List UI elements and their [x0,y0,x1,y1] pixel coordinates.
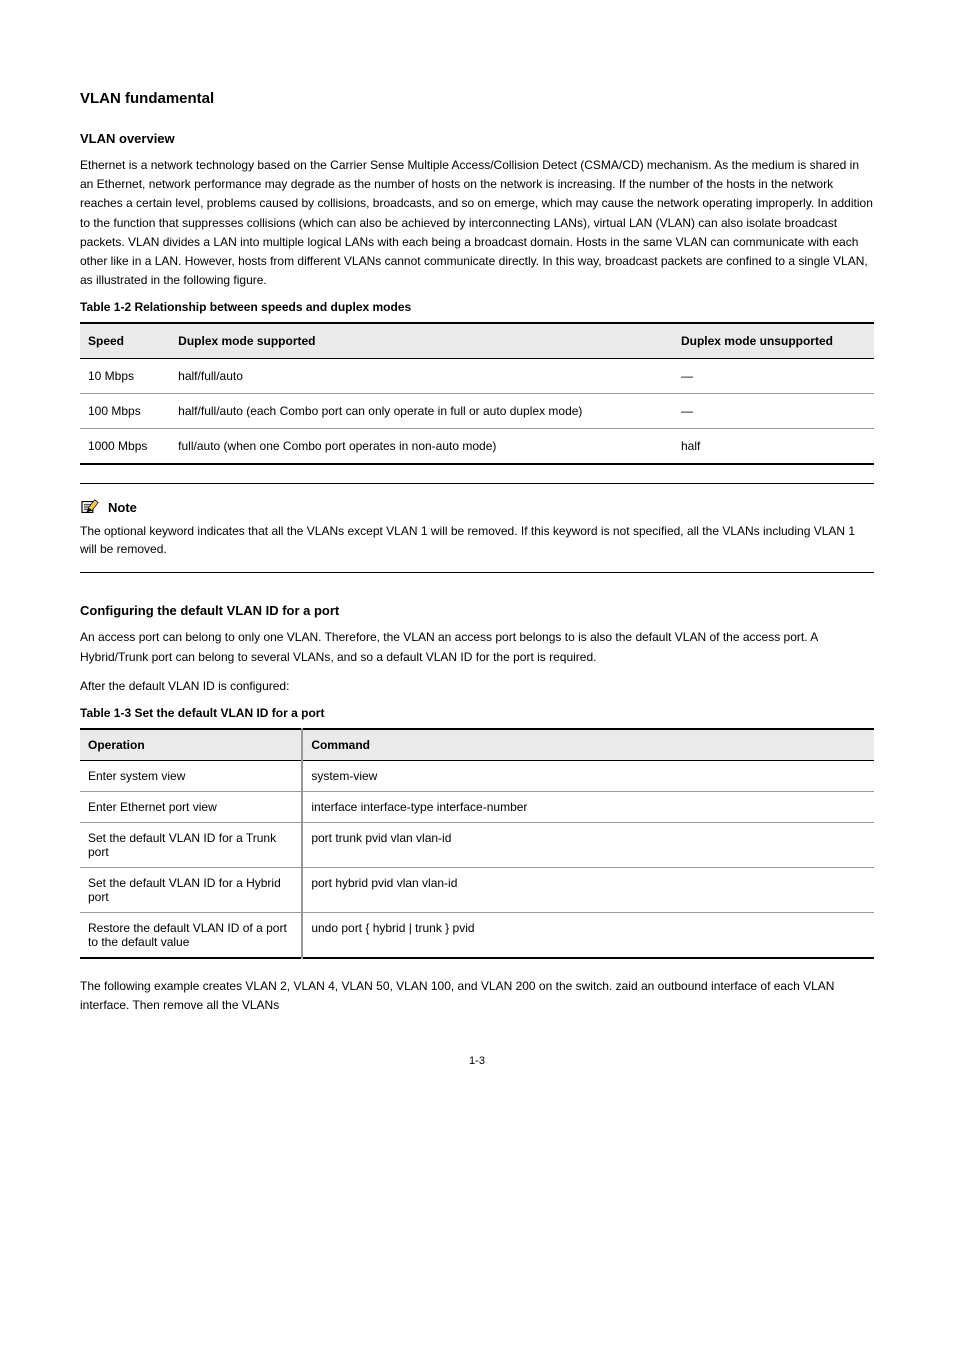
cell: undo port { hybrid | trunk } pvid [302,912,874,958]
col-unsupported: Duplex mode unsupported [673,323,874,359]
cell: half [673,429,874,465]
note-block: Note The optional keyword indicates that… [80,483,874,573]
table-row: Set the default VLAN ID for a Hybrid por… [80,867,874,912]
cell: system-view [302,760,874,791]
page-number: 1-3 [80,1055,874,1067]
note-icon [80,498,102,516]
table2-caption: Table 1-3 Set the default VLAN ID for a … [80,706,874,720]
table-row: 1000 Mbps full/auto (when one Combo port… [80,429,874,465]
cell: half/full/auto [170,359,673,394]
table-row: Set the default VLAN ID for a Trunk port… [80,822,874,867]
table1-caption: Table 1-2 Relationship between speeds an… [80,300,874,314]
table2-caption-text: Table 1-3 Set the default VLAN ID for a … [80,706,324,720]
cell: port trunk pvid vlan vlan-id [302,822,874,867]
cell: Set the default VLAN ID for a Hybrid por… [80,867,302,912]
config-command-table: Operation Command Enter system view syst… [80,728,874,959]
cell: — [673,359,874,394]
table-row: 100 Mbps half/full/auto (each Combo port… [80,394,874,429]
col-command: Command [302,729,874,761]
intro-paragraph: Ethernet is a network technology based o… [80,156,874,290]
table1-caption-text: Table 1-2 Relationship between speeds an… [80,300,411,314]
col-speed: Speed [80,323,170,359]
cell: port hybrid pvid vlan vlan-id [302,867,874,912]
col-supported: Duplex mode supported [170,323,673,359]
cell: full/auto (when one Combo port operates … [170,429,673,465]
config-para1: An access port can belong to only one VL… [80,628,874,666]
closing-paragraph: The following example creates VLAN 2, VL… [80,977,874,1015]
cell: Restore the default VLAN ID of a port to… [80,912,302,958]
note-header: Note [80,498,874,516]
subsection-heading: VLAN overview [80,131,874,146]
config-section-title: Configuring the default VLAN ID for a po… [80,603,874,618]
cell: Enter Ethernet port view [80,791,302,822]
cell: Enter system view [80,760,302,791]
note-label: Note [108,500,137,515]
note-text: The optional keyword indicates that all … [80,522,874,558]
document-page: VLAN fundamental VLAN overview Ethernet … [80,90,874,1067]
section-title: VLAN fundamental [80,90,874,107]
table-row: Enter Ethernet port view interface inter… [80,791,874,822]
table-header-row: Speed Duplex mode supported Duplex mode … [80,323,874,359]
col-operation: Operation [80,729,302,761]
cell: 1000 Mbps [80,429,170,465]
cell: 10 Mbps [80,359,170,394]
cell: 100 Mbps [80,394,170,429]
table-row: Restore the default VLAN ID of a port to… [80,912,874,958]
cell: half/full/auto (each Combo port can only… [170,394,673,429]
table-row: 10 Mbps half/full/auto — [80,359,874,394]
cell: interface interface-type interface-numbe… [302,791,874,822]
config-para2: After the default VLAN ID is configured: [80,677,874,696]
table-header-row: Operation Command [80,729,874,761]
cell: — [673,394,874,429]
cell: Set the default VLAN ID for a Trunk port [80,822,302,867]
speed-duplex-table: Speed Duplex mode supported Duplex mode … [80,322,874,465]
table-row: Enter system view system-view [80,760,874,791]
